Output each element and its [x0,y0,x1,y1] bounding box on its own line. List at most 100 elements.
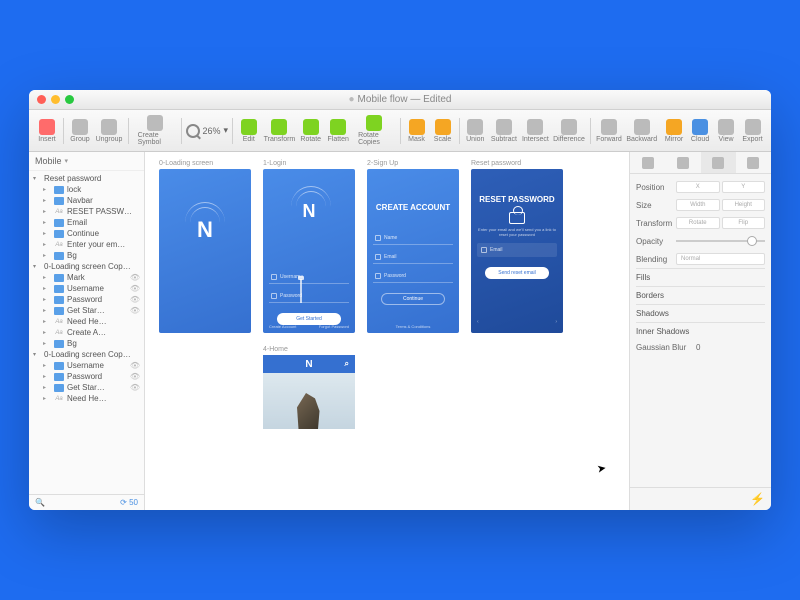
tab-align[interactable] [630,152,665,173]
layers-sidebar: Mobile Reset passwordlockNavbarAaRESET P… [29,152,145,510]
layer-item[interactable]: Get Star…👁 [29,382,144,393]
layer-item[interactable]: Username👁 [29,283,144,294]
toolbar: Insert Group Ungroup Create Symbol 26%▾ … [29,110,771,152]
visibility-icon[interactable]: 👁 [130,383,140,392]
artboard-loading[interactable]: 0-Loading screen N [159,160,251,333]
layer-item[interactable]: AaNeed He… [29,316,144,327]
canvas[interactable]: 0-Loading screen N 1-Login N Username Pa… [145,152,629,510]
flip-input[interactable]: Flip [722,217,766,229]
y-input[interactable]: Y [722,181,766,193]
mask-button[interactable]: Mask [405,117,429,145]
difference-button[interactable]: Difference [552,117,585,145]
layer-tree[interactable]: Reset passwordlockNavbarAaRESET PASSW…Em… [29,171,144,494]
folder-icon [54,362,64,370]
tab-properties[interactable] [701,152,736,173]
lock-icon [509,212,525,224]
group-button[interactable]: Group [68,117,92,145]
layer-item[interactable]: Email [29,217,144,228]
subtract-button[interactable]: Subtract [489,117,518,145]
backward-button[interactable]: Backward [625,117,658,145]
layer-item[interactable]: lock [29,184,144,195]
layer-item[interactable]: Get Star…👁 [29,305,144,316]
borders-section[interactable]: Borders [636,286,765,304]
continue-button: Continue [381,293,445,305]
page-selector[interactable]: Mobile [29,152,144,171]
artboard-home[interactable]: 4-Home N⌕ [263,346,355,429]
forward-button[interactable]: Forward [594,117,623,145]
layer-item[interactable]: Navbar [29,195,144,206]
visibility-icon[interactable]: 👁 [130,284,140,293]
window-controls [29,95,74,104]
shadows-section[interactable]: Shadows [636,304,765,322]
layer-item[interactable]: AaEnter your em… [29,239,144,250]
zoom-icon[interactable] [65,95,74,104]
folder-icon [54,340,64,348]
mirror-button[interactable]: Mirror [662,117,686,145]
search-icon: ⌕ [345,359,349,369]
layer-group[interactable]: 0-Loading screen Cop… [29,349,144,360]
layer-item[interactable]: Username👁 [29,360,144,371]
user-icon [271,274,277,280]
folder-icon [54,186,64,194]
layer-item[interactable]: Continue [29,228,144,239]
visibility-icon[interactable]: 👁 [130,361,140,370]
rotate-copies-button[interactable]: Rotate Copies [353,113,396,148]
opacity-slider[interactable] [676,240,765,242]
fills-section[interactable]: Fills [636,268,765,286]
artboard-signup[interactable]: 2-Sign Up CREATE ACCOUNT Name Email Pass… [367,160,459,333]
rotate-input[interactable]: Rotate [676,217,720,229]
text-icon: Aa [54,395,64,403]
zoom-control[interactable]: 26%▾ [186,124,229,138]
artboard-reset[interactable]: Reset password RESET PASSWORD Enter your… [471,160,563,333]
insert-button[interactable]: Insert [35,117,59,145]
layer-item[interactable]: Password👁 [29,371,144,382]
layer-item[interactable]: AaRESET PASSW… [29,206,144,217]
layer-item[interactable]: Bg [29,338,144,349]
close-icon[interactable] [37,95,46,104]
ungroup-button[interactable]: Ungroup [94,117,124,145]
flatten-button[interactable]: Flatten [325,117,351,145]
bolt-icon[interactable]: ⚡ [750,492,765,506]
layer-item[interactable]: Bg [29,250,144,261]
height-input[interactable]: Height [722,199,766,211]
cursor-icon: ➤ [596,461,607,475]
x-input[interactable]: X [676,181,720,193]
tab-distribute[interactable] [665,152,700,173]
cloud-button[interactable]: Cloud [688,117,712,145]
union-button[interactable]: Union [463,117,487,145]
minimize-icon[interactable] [51,95,60,104]
blending-select[interactable]: Normal [676,253,765,265]
inspector-tabs [630,152,771,174]
folder-icon [54,274,64,282]
visibility-icon[interactable]: 👁 [130,295,140,304]
edit-button[interactable]: Edit [237,117,261,145]
folder-icon [54,373,64,381]
titlebar[interactable]: ●Mobile flow — Edited [29,90,771,110]
view-button[interactable]: View [714,117,738,145]
inner-shadows-section[interactable]: Inner Shadows [636,322,765,340]
layer-item[interactable]: AaCreate A… [29,327,144,338]
rotate-button[interactable]: Rotate [298,117,323,145]
visibility-icon[interactable]: 👁 [130,372,140,381]
filter-icon[interactable]: 🔍 [35,498,45,507]
intersect-button[interactable]: Intersect [521,117,551,145]
scale-button[interactable]: Scale [431,117,455,145]
text-icon: Aa [54,329,64,337]
export-button[interactable]: Export [740,117,765,145]
width-input[interactable]: Width [676,199,720,211]
layer-item[interactable]: Mark👁 [29,272,144,283]
layer-item[interactable]: AaNeed He… [29,393,144,404]
create-symbol-button[interactable]: Create Symbol [133,113,177,148]
sidebar-footer: 🔍 ⟳ 50 [29,494,144,510]
layer-group[interactable]: Reset password [29,173,144,184]
layer-count: ⟳ 50 [120,498,138,507]
transform-button[interactable]: Transform [263,117,296,145]
layer-group[interactable]: 0-Loading screen Cop… [29,261,144,272]
folder-icon [54,384,64,392]
visibility-icon[interactable]: 👁 [130,306,140,315]
visibility-icon[interactable]: 👁 [130,273,140,282]
layer-item[interactable]: Password👁 [29,294,144,305]
folder-icon [54,252,64,260]
tab-more[interactable] [736,152,771,173]
artboard-login[interactable]: 1-Login N Username Password Get Started … [263,160,355,333]
